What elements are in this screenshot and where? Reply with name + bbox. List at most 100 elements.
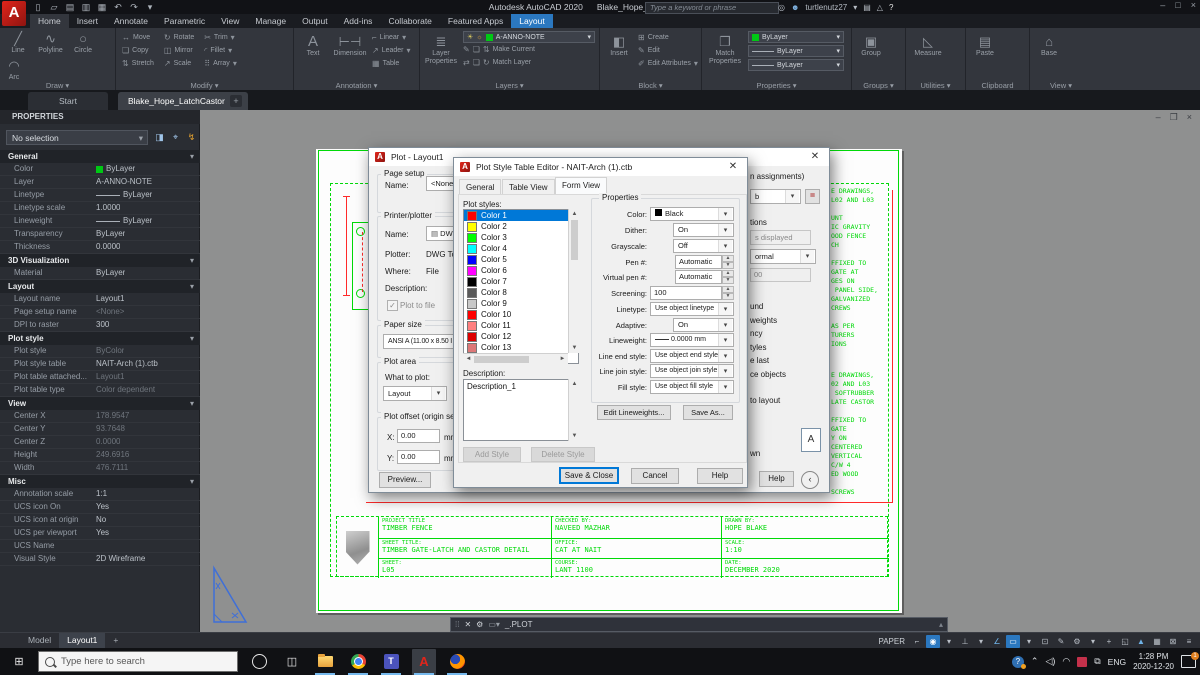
status-icon[interactable]: ▭	[1006, 635, 1020, 648]
network-icon[interactable]: ◠	[1062, 656, 1070, 667]
status-icon[interactable]: ∠	[990, 635, 1004, 648]
polyline-button[interactable]: ∿Polyline	[36, 31, 66, 55]
qat-icon[interactable]: ▱	[48, 2, 60, 13]
insert-button[interactable]: ◧Insert	[604, 34, 634, 70]
delete-style-button[interactable]: Delete Style	[531, 447, 595, 462]
property-row[interactable]: Center X 178.9547 ▾	[0, 410, 200, 423]
user-caret-icon[interactable]: ▾	[853, 3, 857, 12]
panel-label-properties[interactable]: Properties ▾	[702, 81, 851, 90]
layout1-tab[interactable]: Layout1	[59, 633, 105, 649]
file-tab-document[interactable]: Blake_Hope_LatchCastor✕	[118, 92, 248, 110]
virtual-pen-input[interactable]: Automatic	[675, 270, 722, 284]
qat-icon[interactable]: ▤	[64, 2, 76, 13]
qat-icon[interactable]: ↷	[128, 2, 140, 13]
panel-label-modify[interactable]: Modify ▾	[116, 81, 293, 90]
status-icon[interactable]: +	[1102, 635, 1116, 648]
base-button[interactable]: ⌂Base	[1034, 34, 1064, 58]
plot-dialog-close-icon[interactable]: ✕	[801, 148, 829, 166]
ribbon-tab[interactable]: Add-ins	[336, 14, 381, 28]
property-row[interactable]: UCS Name ▾	[0, 540, 200, 553]
pen-number-spinner[interactable]: ▲▼	[722, 255, 734, 269]
property-row[interactable]: Transparency ByLayer ▾	[0, 228, 200, 241]
x-offset-input[interactable]: 0.00	[397, 429, 440, 443]
binoculars-icon[interactable]: ◎	[778, 3, 785, 12]
app-store-icon[interactable]: △	[877, 3, 883, 12]
panel-label-utilities[interactable]: Utilities ▾	[906, 81, 965, 90]
signin-username[interactable]: turtlenutz27	[805, 3, 847, 12]
drawing-close-button[interactable]: ×	[1187, 112, 1192, 123]
property-row[interactable]: UCS icon On Yes ▾	[0, 501, 200, 514]
chrome-button[interactable]	[346, 649, 370, 675]
property-row[interactable]: Width 476.7111 ▾	[0, 462, 200, 475]
tab-table-view[interactable]: Table View	[502, 179, 555, 195]
editor-close-icon[interactable]: ✕	[719, 158, 747, 176]
line-button[interactable]: ╱Line	[3, 31, 33, 55]
status-icon[interactable]: ≡	[1182, 635, 1196, 648]
array-button[interactable]: ⠿Array ▾	[204, 57, 237, 70]
qat-icon[interactable]: ↶	[112, 2, 124, 13]
property-row[interactable]: Linetype ByLayer ▾	[0, 189, 200, 202]
plot-to-file-checkbox[interactable]: ✓	[387, 300, 398, 311]
status-icon[interactable]: ▾	[942, 635, 956, 648]
editor-titlebar[interactable]: APlot Style Table Editor - NAIT-Arch (1)…	[454, 158, 747, 176]
save-as-button[interactable]: Save As...	[683, 405, 733, 420]
drawing-restore-button[interactable]: ❐	[1170, 112, 1178, 123]
close-button[interactable]: ×	[1191, 0, 1196, 10]
property-row[interactable]: Height 249.6916 ▾	[0, 449, 200, 462]
ribbon-tab[interactable]: Annotate	[106, 14, 156, 28]
panel-label-annotation[interactable]: Annotation ▾	[294, 81, 419, 90]
ribbon-tab[interactable]: Collaborate	[380, 14, 439, 28]
grayscale-dropdown[interactable]: Off▾	[673, 239, 734, 253]
property-row[interactable]: Plot style ByColor ▾	[0, 345, 200, 358]
property-row[interactable]: Plot table type Color dependent ▾	[0, 384, 200, 397]
customize-wrench-icon[interactable]: ⚙	[476, 620, 483, 629]
property-row[interactable]: Visual Style 2D Wireframe ▾	[0, 553, 200, 566]
status-icon[interactable]: ▾	[974, 635, 988, 648]
y-offset-input[interactable]: 0.00	[397, 450, 440, 464]
screening-spinner[interactable]: ▲▼	[722, 286, 734, 300]
object-color-dropdown[interactable]: ByLayer▾	[748, 31, 844, 43]
plot-style-item[interactable]: Color 11	[464, 320, 568, 331]
fillet-button[interactable]: ◜Fillet ▾	[204, 44, 237, 57]
layer-dropdown[interactable]: ☀☼ A-ANNO-NOTE▾	[463, 31, 595, 43]
line-join-style-dropdown[interactable]: Use object join style▾	[650, 364, 734, 378]
status-icon[interactable]: ⚙	[1070, 635, 1084, 648]
plot-help-button[interactable]: Help	[759, 471, 794, 487]
property-row[interactable]: Lineweight ByLayer ▾	[0, 215, 200, 228]
qat-icon[interactable]: ▦	[96, 2, 108, 13]
scale-button[interactable]: ↗Scale	[164, 57, 194, 70]
property-row[interactable]: Thickness 0.0000 ▾	[0, 241, 200, 254]
property-row[interactable]: Material ByLayer ▾	[0, 267, 200, 280]
plot-style-item[interactable]: Color 3	[464, 232, 568, 243]
color-dropdown[interactable]: Black▾	[650, 207, 734, 221]
plot-style-item[interactable]: Color 13	[464, 342, 568, 353]
help-button[interactable]: Help	[697, 468, 743, 484]
dimension-button[interactable]: ⊢⊣Dimension	[332, 34, 368, 70]
command-expand-icon[interactable]: ▴	[939, 620, 943, 629]
panel-label-clipboard[interactable]: Clipboard	[966, 81, 1029, 90]
lineweight-dropdown[interactable]: ByLayer▾	[748, 45, 844, 57]
property-row[interactable]: Linetype scale 1.0000 ▾	[0, 202, 200, 215]
volume-icon[interactable]: ◁)	[1045, 656, 1055, 667]
section-collapse-icon[interactable]: ▾	[190, 397, 194, 410]
autocad-app-button[interactable]: A	[2, 1, 26, 26]
teams-tray-icon[interactable]	[1077, 657, 1087, 667]
plot-style-item[interactable]: Color 8	[464, 287, 568, 298]
match-layer-button[interactable]: ⇄❏↻Match Layer	[463, 56, 595, 69]
property-row[interactable]: Page setup name <None> ▾	[0, 306, 200, 319]
dither-dropdown[interactable]: On▾	[673, 223, 734, 237]
qat-icon[interactable]: ▥	[80, 2, 92, 13]
property-row[interactable]: Annotation scale 1:1 ▾	[0, 488, 200, 501]
panel-label-groups[interactable]: Groups ▾	[852, 81, 905, 90]
linetype-dropdown[interactable]: Use object linetype▾	[650, 302, 734, 316]
new-file-tab-button[interactable]: +	[230, 95, 242, 107]
command-text[interactable]: _.PLOT	[505, 620, 533, 629]
plot-style-item[interactable]: Color 2	[464, 221, 568, 232]
fill-style-dropdown[interactable]: Use object fill style▾	[650, 380, 734, 394]
property-row[interactable]: General ▾	[0, 150, 200, 163]
description-textarea[interactable]: Description_1	[463, 379, 579, 441]
plot-style-item[interactable]: Color 4	[464, 243, 568, 254]
edit-block-button[interactable]: ✎Edit	[638, 44, 698, 57]
property-row[interactable]: Plot style table NAIT-Arch (1).ctb ▾	[0, 358, 200, 371]
taskbar-search[interactable]: Type here to search	[38, 651, 238, 672]
